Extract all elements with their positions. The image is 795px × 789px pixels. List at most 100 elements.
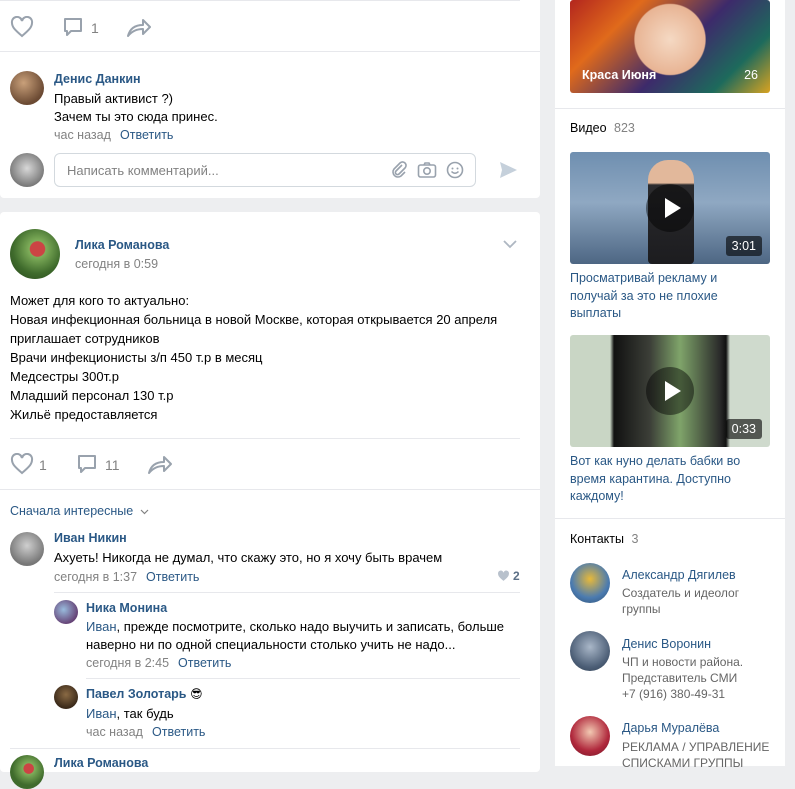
contact-avatar[interactable]: [570, 563, 610, 603]
comment-author[interactable]: Ника Монина: [86, 601, 167, 615]
videos-count: 823: [614, 121, 635, 135]
like-button[interactable]: [10, 453, 34, 475]
play-icon[interactable]: [646, 184, 694, 232]
contact-desc-line: Создатель и идеолог: [622, 586, 740, 600]
reply-link[interactable]: Ответить: [152, 725, 205, 739]
contact-desc-line: ЧП и новости района.: [622, 655, 744, 669]
video-title[interactable]: Просматривай рекламу и получай за это не…: [570, 270, 770, 323]
comment-count: 1: [91, 20, 99, 36]
post-time[interactable]: сегодня в 0:59: [75, 257, 158, 271]
post-text: Может для кого то актуально: Новая инфек…: [10, 291, 497, 424]
album-thumbnail[interactable]: Краса Июня 26: [570, 0, 770, 93]
video-title-line: выплаты: [570, 306, 622, 320]
video-title-line: получай за это не плохие: [570, 288, 718, 303]
video-duration: 3:01: [725, 236, 762, 256]
comment-author-row: Павел Золотарь 😎: [86, 686, 203, 701]
contact-avatar[interactable]: [570, 716, 610, 756]
comment-author[interactable]: Иван Никин: [54, 531, 127, 545]
sort-dropdown[interactable]: Сначала интересные: [10, 504, 149, 518]
chevron-down-icon[interactable]: [503, 239, 517, 249]
comment-time[interactable]: сегодня в 1:37: [54, 570, 137, 584]
post-text-line: Жильё предоставляется: [10, 407, 158, 422]
contact-desc: Создатель и идеолог группы: [622, 585, 739, 617]
post-author[interactable]: Лика Романова: [75, 238, 169, 252]
divider: [0, 489, 540, 490]
video-title-line: Просматривай рекламу и: [570, 271, 718, 285]
avatar[interactable]: [10, 755, 44, 789]
attach-icon[interactable]: [390, 161, 408, 179]
camera-icon[interactable]: [417, 161, 437, 179]
comment-author[interactable]: Денис Данкин: [54, 72, 141, 86]
like-count: 1: [39, 457, 47, 473]
video-thumbnail[interactable]: 0:33: [570, 335, 770, 447]
post-text-line: Может для кого то актуально:: [10, 293, 190, 308]
contact-desc: РЕКЛАМА / УПРАВЛЕНИЕ СПИСКАМИ ГРУППЫ: [622, 739, 769, 771]
video-title-line: Вот как нуно делать бабки во: [570, 454, 741, 468]
videos-label: Видео: [570, 121, 607, 135]
avatar[interactable]: [10, 71, 44, 105]
comment-text-part: , прежде посмотрите, сколько надо выучит…: [116, 619, 505, 634]
contact-name[interactable]: Дарья Муралёва: [622, 721, 719, 735]
videos-header[interactable]: Видео 823: [570, 121, 635, 135]
avatar[interactable]: [54, 685, 78, 709]
video-title-line: время карантина. Доступно: [570, 471, 731, 486]
author-avatar[interactable]: [10, 229, 60, 279]
comment-time[interactable]: час назад: [86, 725, 143, 739]
divider: [10, 438, 520, 439]
chevron-down-icon: [140, 509, 149, 515]
post-text-line: Врачи инфекционисты з/п 450 т.р в месяц: [10, 350, 263, 365]
contact-desc-line: +7 (916) 380-49-31: [622, 687, 726, 701]
share-button[interactable]: [147, 454, 173, 476]
mention-link[interactable]: Иван: [86, 619, 117, 634]
album-count: 26: [744, 68, 758, 82]
contact-desc-line: группы: [622, 602, 661, 616]
contact-desc-line: СПИСКАМИ ГРУППЫ: [622, 756, 744, 770]
video-title[interactable]: Вот как нуно делать бабки во время каран…: [570, 453, 770, 506]
mention-link[interactable]: Иван: [86, 706, 117, 721]
sidebar: Краса Июня 26 Видео 823 3:01 Просматрива…: [555, 0, 785, 770]
comment-input[interactable]: Написать комментарий...: [54, 153, 476, 187]
comment-text: наверно ни по одной специальности стольк…: [86, 637, 456, 652]
divider: [10, 748, 520, 749]
heart-icon[interactable]: [497, 570, 510, 582]
emoji-icon[interactable]: [446, 161, 464, 179]
reply-link[interactable]: Ответить: [146, 570, 199, 584]
reply-link[interactable]: Ответить: [120, 128, 173, 142]
my-avatar[interactable]: [10, 153, 44, 187]
comment-text: Правый активист ?): [54, 91, 173, 106]
avatar[interactable]: [10, 532, 44, 566]
post-text-line: приглашает сотрудников: [10, 331, 160, 346]
contact-avatar[interactable]: [570, 631, 610, 671]
comment-button[interactable]: [76, 453, 98, 475]
comment-count: 11: [105, 457, 120, 473]
post-card-1: 1 Денис Данкин Правый активист ?) Зачем …: [0, 0, 540, 198]
comment-button[interactable]: [62, 16, 84, 38]
divider: [86, 678, 520, 679]
contacts-count: 3: [631, 532, 639, 546]
video-duration: 0:33: [725, 419, 762, 439]
contact-name[interactable]: Александр Дягилев: [622, 568, 736, 582]
comment-text: Иван, так будь: [86, 706, 174, 721]
comment-like-count: 2: [513, 569, 520, 583]
divider: [0, 51, 540, 52]
contacts-header[interactable]: Контакты 3: [570, 532, 638, 546]
comment-author[interactable]: Павел Золотарь: [86, 687, 186, 701]
comment-time[interactable]: час назад: [54, 128, 111, 142]
comment-time[interactable]: сегодня в 2:45: [86, 656, 169, 670]
video-thumbnail[interactable]: 3:01: [570, 152, 770, 264]
post-text-line: Медсестры 300т.р: [10, 369, 119, 384]
like-button[interactable]: [10, 16, 34, 38]
contact-name[interactable]: Денис Воронин: [622, 637, 711, 651]
divider: [555, 108, 785, 109]
send-icon[interactable]: [498, 160, 518, 180]
sort-label: Сначала интересные: [10, 504, 134, 518]
avatar[interactable]: [54, 600, 78, 624]
divider: [555, 518, 785, 519]
comment-text: Иван, прежде посмотрите, сколько надо вы…: [86, 619, 504, 634]
reply-link[interactable]: Ответить: [178, 656, 231, 670]
share-button[interactable]: [126, 17, 152, 39]
comment-author[interactable]: Лика Романова: [54, 756, 148, 770]
contact-desc-line: Представитель СМИ: [622, 671, 738, 685]
play-icon[interactable]: [646, 367, 694, 415]
contact-desc-line: РЕКЛАМА / УПРАВЛЕНИЕ: [622, 740, 770, 754]
